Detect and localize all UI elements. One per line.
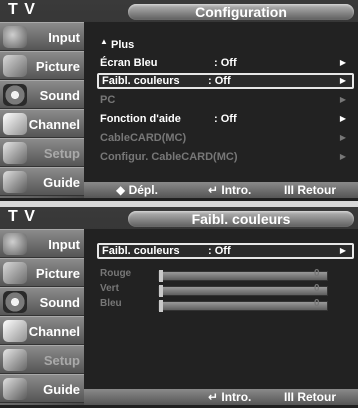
slider-value-bleu: 0 <box>314 298 320 309</box>
sidebar-item-label: Channel <box>28 324 80 339</box>
sidebar-item-label: Sound <box>39 88 80 103</box>
menu-item-label: Faibl. couleurs <box>102 245 180 257</box>
enter-hint: ↵ Intro. <box>208 183 252 197</box>
sidebar-item-sound[interactable]: Sound <box>0 287 84 316</box>
menu-item-label: CableCARD(MC) <box>100 132 187 144</box>
sidebar-item-channel[interactable]: Channel <box>0 316 84 345</box>
sidebar-item-setup[interactable]: Setup <box>0 138 84 167</box>
sidebar-item-label: Sound <box>39 295 80 310</box>
menu-item-label: Écran Bleu <box>100 57 158 69</box>
tv-label: T V <box>8 208 36 225</box>
sidebar-item-label: Guide <box>43 382 80 397</box>
sidebar-item-label: Guide <box>43 175 80 190</box>
menu-title: Configuration <box>128 4 354 20</box>
menu-item-value: : Off <box>214 57 237 69</box>
sidebar-item-picture[interactable]: Picture <box>0 51 84 80</box>
sidebar-item-channel[interactable]: Channel <box>0 109 84 138</box>
setup-icon <box>3 142 27 164</box>
slider-knob[interactable] <box>159 300 163 312</box>
menu-item-value: : Off <box>208 245 231 257</box>
setup-icon <box>3 349 27 371</box>
menu-item-cablecard[interactable]: CableCARD(MC) ▶ <box>100 130 352 146</box>
chevron-right-icon: ▶ <box>339 58 346 67</box>
menu-item-faibl-couleurs[interactable]: Faibl. couleurs : Off ▶ <box>97 243 354 259</box>
sidebar: Input Picture Sound Channel Setup Guide <box>0 229 84 405</box>
input-icon <box>3 26 27 48</box>
menu-item-label: Faibl. couleurs <box>102 75 180 87</box>
configuration-panel: T V Configuration Input Picture Sound Ch… <box>0 0 358 201</box>
menu-content: ▲ Plus Écran Bleu : Off ▶ Faibl. couleur… <box>84 22 358 182</box>
menu-item-pc[interactable]: PC ▶ <box>100 92 352 108</box>
menu-item-fonction-daide[interactable]: Fonction d'aide : Off ▶ <box>100 111 352 127</box>
menu-item-value: : Off <box>208 75 231 87</box>
footer-hints: ↵ Intro. III Retour <box>84 389 358 405</box>
slider-label-vert: Vert <box>100 283 119 294</box>
sidebar-item-label: Channel <box>28 117 80 132</box>
menu-item-configur-cablecard[interactable]: Configur. CableCARD(MC) ▶ <box>100 149 352 165</box>
slider-label-bleu: Bleu <box>100 298 122 309</box>
picture-icon <box>3 262 27 284</box>
enter-hint: ↵ Intro. <box>208 390 252 404</box>
chevron-right-icon: ▶ <box>339 133 346 142</box>
tv-label: T V <box>8 1 36 18</box>
menu-item-label: Fonction d'aide <box>100 113 181 125</box>
slider-vert[interactable] <box>158 285 328 297</box>
slider-value-rouge: 0 <box>314 268 320 279</box>
footer-hints: ◆ Dépl. ↵ Intro. III Retour <box>84 182 358 198</box>
menu-item-value: : Off <box>214 113 237 125</box>
sidebar-item-label: Setup <box>43 353 80 368</box>
sidebar-item-input[interactable]: Input <box>0 229 84 258</box>
faibl-couleurs-panel: T V Faibl. couleurs Input Picture Sound … <box>0 207 358 408</box>
menu-item-ecran-bleu[interactable]: Écran Bleu : Off ▶ <box>100 55 352 71</box>
menu-item-plus[interactable]: ▲ Plus <box>100 37 352 53</box>
sidebar-item-label: Input <box>48 237 80 252</box>
guide-icon <box>3 378 27 400</box>
sidebar-item-setup[interactable]: Setup <box>0 345 84 374</box>
up-arrow-icon: ▲ <box>100 37 108 46</box>
sidebar-item-label: Setup <box>43 146 80 161</box>
sound-icon <box>3 291 27 313</box>
slider-knob[interactable] <box>159 270 163 282</box>
sidebar-item-sound[interactable]: Sound <box>0 80 84 109</box>
return-hint: III Retour <box>284 183 337 197</box>
slider-rouge[interactable] <box>158 270 328 282</box>
return-hint: III Retour <box>284 390 337 404</box>
sidebar-item-label: Picture <box>35 266 80 281</box>
menu-item-label: PC <box>100 94 116 106</box>
sidebar-item-picture[interactable]: Picture <box>0 258 84 287</box>
chevron-right-icon: ▶ <box>339 246 346 255</box>
picture-icon <box>3 55 27 77</box>
menu-content: Faibl. couleurs : Off ▶ Rouge 0 Vert 0 B… <box>84 229 358 389</box>
slider-value-vert: 0 <box>314 283 320 294</box>
menu-item-label: Configur. CableCARD(MC) <box>100 151 238 163</box>
sound-icon <box>3 84 27 106</box>
channel-icon <box>3 320 27 342</box>
menu-item-faibl-couleurs[interactable]: Faibl. couleurs : Off ▶ <box>97 73 354 89</box>
sidebar-item-label: Picture <box>35 59 80 74</box>
menu-item-label: Plus <box>110 39 135 51</box>
sidebar-item-label: Input <box>48 30 80 45</box>
input-icon <box>3 233 27 255</box>
chevron-right-icon: ▶ <box>339 152 346 161</box>
chevron-right-icon: ▶ <box>339 76 346 85</box>
sidebar-item-input[interactable]: Input <box>0 22 84 51</box>
chevron-right-icon: ▶ <box>339 95 346 104</box>
sidebar-item-guide[interactable]: Guide <box>0 374 84 403</box>
sidebar: Input Picture Sound Channel Setup Guide <box>0 22 84 198</box>
slider-label-rouge: Rouge <box>100 268 132 279</box>
slider-bleu[interactable] <box>158 300 328 312</box>
guide-icon <box>3 171 27 193</box>
sidebar-item-guide[interactable]: Guide <box>0 167 84 196</box>
slider-knob[interactable] <box>159 285 163 297</box>
move-hint: ◆ Dépl. <box>116 183 158 197</box>
channel-icon <box>3 113 27 135</box>
chevron-right-icon: ▶ <box>339 114 346 123</box>
menu-title: Faibl. couleurs <box>128 211 354 227</box>
